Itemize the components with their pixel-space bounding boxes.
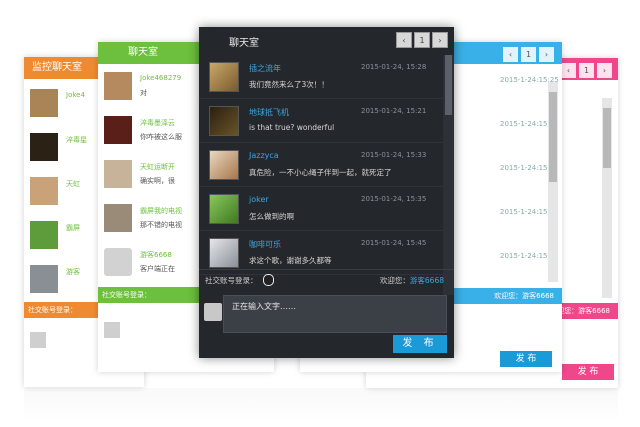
welcome-label: 欢迎您：	[379, 276, 410, 285]
blue-send-button[interactable]: 发 布	[500, 351, 552, 367]
message-time: 2015-01-24, 15:35	[361, 195, 427, 203]
sender-name: 天虹	[66, 180, 80, 188]
pink-scrollbar[interactable]	[602, 98, 612, 298]
avatar	[209, 106, 239, 136]
message-input[interactable]: 正在输入文字……	[223, 295, 447, 333]
message-item: 地球抵飞机 2015-01-24, 15:21 is that true? wo…	[199, 99, 443, 143]
sender-name: 霸屏我的电视	[140, 207, 182, 215]
pink-pager-next[interactable]: ›	[597, 63, 612, 78]
message-item: 插之流年 2015-01-24, 15:28 我们竟然来么了3次！！	[199, 55, 443, 99]
avatar	[104, 204, 132, 232]
sender-name: 游客	[66, 268, 80, 276]
username-link[interactable]: 游客6668	[410, 276, 444, 285]
message-text: 真危险，一不小心绳子伴到一起，就死定了	[249, 168, 392, 177]
message-text: 对	[140, 89, 147, 97]
avatar	[104, 160, 132, 188]
avatar	[104, 72, 132, 100]
pager-page-number[interactable]: 1	[414, 32, 430, 48]
scrollbar-thumb[interactable]	[445, 55, 452, 115]
message-time: 2015-01-24, 15:28	[361, 63, 427, 71]
avatar	[30, 89, 58, 117]
message-time: 2015-01-24, 15:21	[361, 107, 427, 115]
sender-name: Joke468279	[140, 74, 182, 82]
sender-name: 淬毒星	[66, 136, 87, 144]
message-list: 插之流年 2015-01-24, 15:28 我们竟然来么了3次！！ 地球抵飞机…	[199, 55, 454, 295]
message-text: 求这个歌，谢谢多久都等	[249, 256, 332, 265]
message-list-scrollbar[interactable]	[443, 55, 454, 295]
social-login-label: 社交账号登录：	[205, 276, 258, 285]
avatar	[30, 177, 58, 205]
blue-pager-prev[interactable]: ‹	[503, 47, 518, 62]
message-text: 我们竟然来么了3次！！	[249, 80, 329, 89]
send-label: 发 布	[577, 367, 599, 377]
social-login-bar: 社交账号登录： 欢迎您：游客6668	[199, 269, 454, 291]
pink-send-button[interactable]: 发 布	[562, 364, 614, 380]
message-text: 确实啊，很	[140, 177, 175, 185]
message-text: 客户端正在	[140, 265, 175, 273]
social-login-label: 社交账号登录：	[28, 306, 77, 314]
sender-name[interactable]: 咖啡可乐	[249, 239, 281, 250]
sender-name[interactable]: Jazzyca	[249, 151, 279, 160]
sender-name: 游客6668	[140, 251, 172, 259]
message-input-text: 正在输入文字……	[232, 302, 296, 311]
sender-name: Joke4	[66, 91, 85, 99]
avatar	[30, 265, 58, 293]
pager-next-button[interactable]: ›	[432, 32, 448, 48]
sender-name: 霸屏	[66, 224, 80, 232]
panel-reflection	[24, 388, 618, 424]
main-window-title: 聊天室	[229, 38, 259, 49]
green-panel-title: 聊天室	[128, 47, 158, 58]
sender-name[interactable]: 地球抵飞机	[249, 107, 289, 118]
current-user-avatar	[204, 303, 222, 321]
welcome-text: 欢迎您：游客6668	[380, 275, 444, 286]
avatar	[209, 150, 239, 180]
sender-name: 淬毒墨泽云	[140, 119, 175, 127]
avatar	[104, 248, 132, 276]
avatar	[209, 238, 239, 268]
avatar	[30, 133, 58, 161]
avatar	[104, 116, 132, 144]
avatar	[30, 332, 46, 348]
message-text: 你咋被这么服	[140, 133, 182, 141]
qq-penguin-icon[interactable]	[263, 274, 274, 286]
avatar	[30, 221, 58, 249]
message-time: 2015-01-24, 15:45	[361, 239, 427, 247]
pink-pager: ‹ 1 ›	[561, 63, 612, 78]
blue-scrollbar[interactable]	[548, 82, 558, 282]
message-item: Jazzyca 2015-01-24, 15:33 真危险，一不小心绳子伴到一起…	[199, 143, 443, 187]
message-time: 2015-01-24, 15:33	[361, 151, 427, 159]
avatar	[104, 322, 120, 338]
welcome-label: 欢迎您：游客6668	[494, 292, 554, 300]
main-pager: ‹ 1 ›	[396, 32, 448, 48]
message-text: is that true? wonderful	[249, 123, 335, 132]
blue-pager-page[interactable]: 1	[521, 47, 536, 62]
sender-name: 天虹运断开	[140, 163, 175, 171]
pink-pager-page[interactable]: 1	[579, 63, 594, 78]
pager-prev-button[interactable]: ‹	[396, 32, 412, 48]
orange-panel-title: 监控聊天室	[32, 62, 82, 73]
message-item: joker 2015-01-24, 15:35 怎么做到的啊	[199, 187, 443, 231]
message-text: 怎么做到的啊	[249, 212, 294, 221]
main-chat-window: 聊天室 ‹ 1 › 插之流年 2015-01-24, 15:28 我们竟然来么了…	[199, 27, 454, 358]
blue-pager-next[interactable]: ›	[539, 47, 554, 62]
social-login-label: 社交账号登录：	[102, 291, 151, 299]
send-label: 发 布	[515, 354, 537, 364]
message-text: 那不错的电视	[140, 221, 182, 229]
pink-pager-prev[interactable]: ‹	[561, 63, 576, 78]
send-button[interactable]: 发 布	[393, 335, 447, 353]
sender-name[interactable]: joker	[249, 195, 269, 204]
avatar	[209, 62, 239, 92]
blue-pager: ‹ 1 ›	[503, 47, 554, 62]
sender-name[interactable]: 插之流年	[249, 63, 281, 74]
avatar	[209, 194, 239, 224]
